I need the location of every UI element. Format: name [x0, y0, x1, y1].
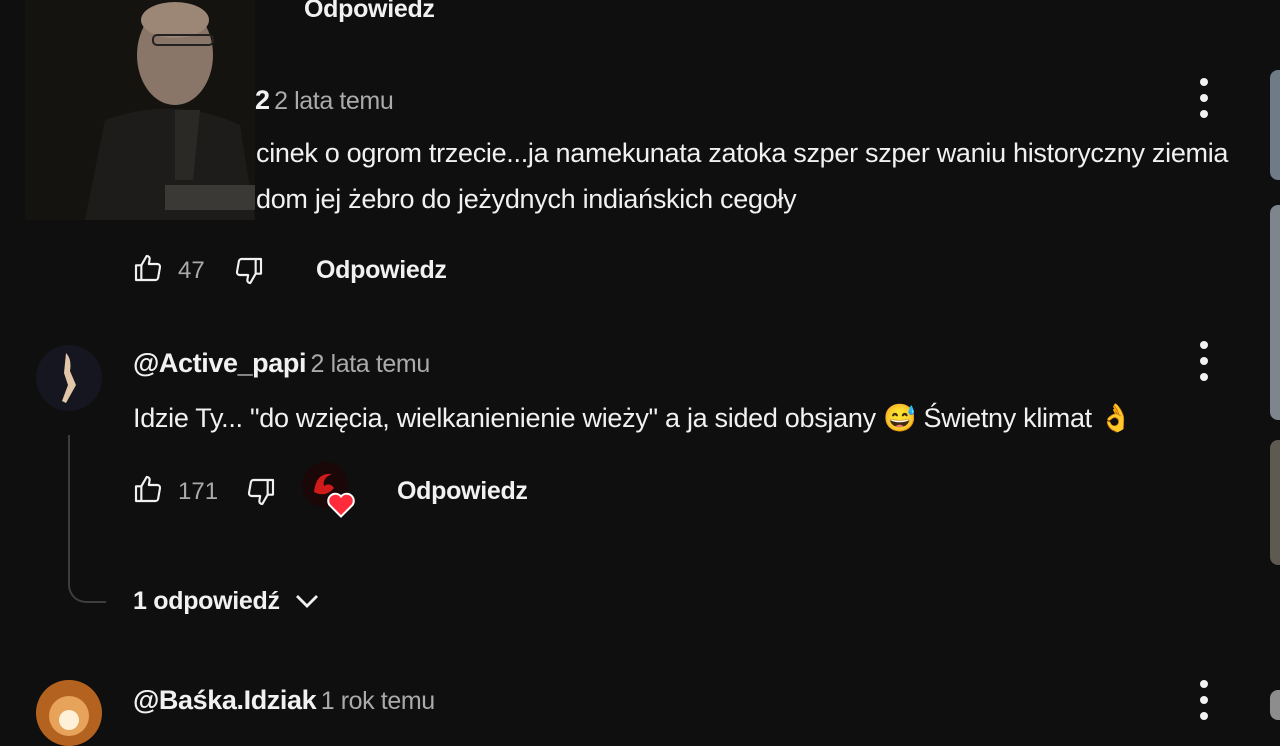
comment-2-like-count: 171	[178, 478, 219, 505]
webcam-person-image	[25, 0, 255, 220]
comment-2-author[interactable]: @Active_papi	[133, 348, 306, 378]
heart-icon	[327, 492, 355, 518]
recommended-thumbnail[interactable]	[1270, 205, 1280, 420]
recommended-thumbnail[interactable]	[1270, 70, 1280, 180]
comment-3-time[interactable]: 1 rok temu	[321, 687, 436, 715]
comment-2-replies-toggle[interactable]: 1 odpowiedź	[133, 586, 322, 616]
comment-2-text: Idzie Ty... "do wzięcia, wielkanienienie…	[133, 402, 1133, 434]
comment-2-dislike-icon[interactable]	[245, 475, 277, 514]
comment-2-avatar[interactable]	[36, 345, 102, 411]
comment-3-header: @Baśka.Idziak 1 rok temu	[133, 685, 435, 716]
webcam-overlay	[25, 0, 255, 220]
recommended-thumbnail[interactable]	[1270, 440, 1280, 565]
comment-1-author[interactable]: 2	[255, 85, 270, 115]
chevron-down-icon	[295, 595, 318, 608]
reply-button-top[interactable]: Odpowiedz	[304, 0, 435, 24]
thread-connector-line	[68, 435, 106, 603]
creator-heart-badge	[302, 462, 356, 520]
comment-2-text-main: Idzie Ty... "do wzięcia, wielkanienienie…	[133, 403, 876, 433]
comment-3-avatar[interactable]	[36, 680, 102, 746]
comment-3-more-menu-icon[interactable]	[1194, 680, 1214, 720]
comment-1-more-menu-icon[interactable]	[1194, 78, 1214, 118]
comment-1-reply-button[interactable]: Odpowiedz	[316, 256, 447, 285]
comment-1-like-count: 47	[178, 257, 205, 284]
comment-1-like-icon[interactable]	[132, 251, 164, 290]
comment-2-text-end: Świetny klimat	[923, 403, 1093, 433]
comment-1-text-line1: cinek o ogrom trzecie...ja namekunata za…	[256, 138, 1229, 168]
replies-count-label: 1 odpowiedź	[133, 586, 280, 615]
comment-1-header: 2 2 lata temu	[255, 85, 394, 116]
comment-2-time[interactable]: 2 lata temu	[311, 350, 431, 378]
grinning-sweat-emoji: 😅	[882, 403, 917, 433]
recommended-thumbnails-strip	[1270, 0, 1280, 720]
comment-3-author[interactable]: @Baśka.Idziak	[133, 685, 317, 715]
recommended-thumbnail[interactable]	[1270, 690, 1280, 720]
comment-2-like-icon[interactable]	[132, 472, 164, 511]
comment-2-header: @Active_papi 2 lata temu	[133, 348, 430, 379]
comment-2-reply-button[interactable]: Odpowiedz	[397, 477, 528, 506]
ok-hand-emoji: 👌	[1099, 403, 1133, 433]
comment-2-more-menu-icon[interactable]	[1194, 341, 1214, 381]
comment-1-dislike-icon[interactable]	[233, 254, 265, 293]
comment-1-text-line2: dom jej żebro do jeżydnych indiańskich c…	[256, 184, 797, 214]
comment-1-time[interactable]: 2 lata temu	[274, 87, 394, 115]
